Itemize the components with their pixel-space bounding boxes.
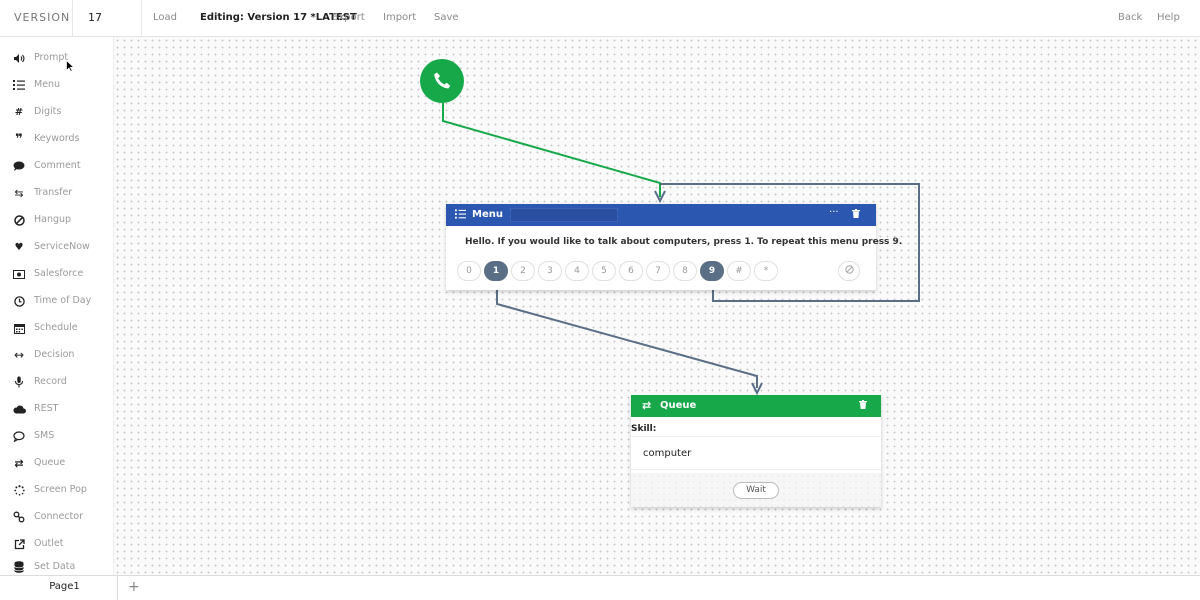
queue-node-title: Queue: [660, 400, 697, 411]
load-button[interactable]: Load: [153, 12, 177, 23]
tab-page1[interactable]: Page1: [12, 576, 118, 600]
sidebar-item-queue[interactable]: ⇄ Queue: [0, 451, 114, 475]
sidebar-item-schedule[interactable]: Schedule: [0, 316, 114, 340]
speaker-icon: [12, 51, 26, 65]
version-number-field[interactable]: 17: [72, 0, 142, 37]
help-button[interactable]: Help: [1157, 12, 1180, 23]
list-icon: [455, 209, 466, 222]
microphone-icon: [12, 375, 26, 389]
back-button[interactable]: Back: [1118, 12, 1142, 23]
queue-icon: ⇄: [642, 399, 652, 412]
sidebar-item-menu[interactable]: Menu: [0, 73, 114, 97]
trash-icon[interactable]: [852, 209, 860, 221]
sidebar-item-connector[interactable]: Connector: [0, 505, 114, 529]
trash-icon[interactable]: [859, 400, 867, 412]
clock-icon: [12, 294, 26, 308]
skill-label: Skill:: [631, 424, 657, 434]
digit-1-port[interactable]: 1: [484, 261, 508, 281]
quote-icon: ❞: [15, 131, 23, 147]
hash-icon: #: [14, 106, 24, 118]
digit-9-port[interactable]: 9: [700, 261, 724, 281]
export-button[interactable]: Export: [332, 12, 365, 23]
menu-node[interactable]: Menu ··· Hello. If you would like to tal…: [446, 204, 902, 290]
list-icon: [12, 78, 26, 92]
external-link-icon: [12, 537, 26, 551]
more-options-button[interactable]: ···: [829, 207, 839, 218]
digit-0-port[interactable]: 0: [457, 261, 481, 281]
money-icon: [12, 267, 26, 281]
sidebar-item-keywords[interactable]: ❞ Keywords: [0, 127, 114, 151]
sidebar-item-transfer[interactable]: ⇆ Transfer: [0, 181, 114, 205]
digit-hash-port[interactable]: #: [727, 261, 751, 281]
sidebar-item-time-of-day[interactable]: Time of Day: [0, 289, 114, 313]
digit-4-port[interactable]: 4: [565, 261, 589, 281]
queue-node[interactable]: ⇄ Queue Skill: computer Wait: [631, 395, 881, 507]
sidebar-item-outlet[interactable]: Outlet: [0, 532, 114, 556]
wire-start-to-menu: [442, 103, 661, 197]
ban-icon: [844, 265, 854, 277]
calendar-icon: [12, 321, 26, 335]
save-button[interactable]: Save: [434, 12, 459, 23]
transfer-arrows-icon: ⇆: [14, 186, 24, 200]
queue-node-header[interactable]: ⇄ Queue: [631, 395, 881, 417]
sidebar-item-screen-pop[interactable]: Screen Pop: [0, 478, 114, 502]
phone-icon: [432, 71, 452, 94]
digit-5-port[interactable]: 5: [592, 261, 616, 281]
digit-star-port[interactable]: *: [754, 261, 778, 281]
no-match-port[interactable]: [838, 261, 860, 281]
sidebar-item-digits[interactable]: # Digits: [0, 100, 114, 124]
link-icon: [12, 510, 26, 524]
digit-8-port[interactable]: 8: [673, 261, 697, 281]
ban-icon: [12, 213, 26, 227]
menu-node-name-field[interactable]: [510, 208, 618, 222]
mouse-cursor-icon: [66, 59, 75, 75]
sidebar-item-rest[interactable]: REST: [0, 397, 114, 421]
page-tabs-bar: Page1 +: [0, 575, 1200, 600]
queue-node-footer: Wait: [631, 473, 881, 507]
skill-input[interactable]: computer: [631, 436, 881, 470]
menu-prompt-text[interactable]: Hello. If you would like to talk about c…: [465, 237, 902, 247]
spinner-icon: [12, 483, 26, 497]
add-page-button[interactable]: +: [128, 579, 140, 595]
speech-bubble-icon: [12, 159, 26, 173]
double-arrow-icon: ↔: [13, 348, 25, 362]
wait-button[interactable]: Wait: [733, 482, 779, 499]
chat-icon: [12, 429, 26, 443]
menu-node-header[interactable]: Menu ···: [446, 204, 876, 226]
node-palette-sidebar: Prompt Menu # Digits ❞ Keywords Comment …: [0, 37, 114, 575]
version-label: VERSION: [14, 11, 71, 24]
queue-icon: ⇄: [14, 456, 24, 470]
top-toolbar: VERSION 17 Load Editing: Version 17 *LAT…: [0, 0, 1200, 37]
start-phone-node[interactable]: [420, 59, 464, 103]
database-icon: [12, 560, 26, 574]
cloud-icon: [12, 402, 26, 416]
wire-digit1-to-queue: [496, 281, 758, 388]
digit-2-port[interactable]: 2: [511, 261, 535, 281]
digit-7-port[interactable]: 7: [646, 261, 670, 281]
sidebar-item-prompt[interactable]: Prompt: [0, 46, 114, 70]
sidebar-item-comment[interactable]: Comment: [0, 154, 114, 178]
sidebar-item-salesforce[interactable]: Salesforce: [0, 262, 114, 286]
import-button[interactable]: Import: [383, 12, 416, 23]
sidebar-item-hangup[interactable]: Hangup: [0, 208, 114, 232]
digit-3-port[interactable]: 3: [538, 261, 562, 281]
sidebar-item-servicenow[interactable]: ♥ ServiceNow: [0, 235, 114, 259]
menu-node-title: Menu: [472, 209, 503, 220]
sidebar-item-record[interactable]: Record: [0, 370, 114, 394]
digit-6-port[interactable]: 6: [619, 261, 643, 281]
sidebar-item-sms[interactable]: SMS: [0, 424, 114, 448]
sidebar-item-decision[interactable]: ↔ Decision: [0, 343, 114, 367]
heart-icon: ♥: [14, 241, 24, 253]
